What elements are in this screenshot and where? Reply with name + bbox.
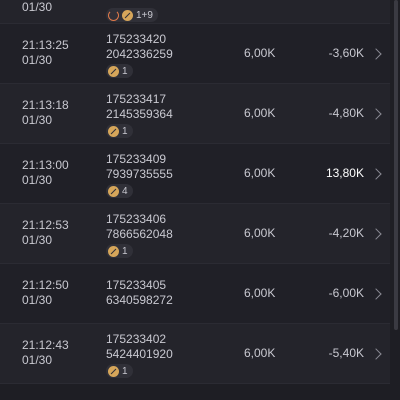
refresh-icon — [108, 9, 119, 21]
row-date-text: 01/30 — [22, 173, 53, 187]
bet-badge: 1 — [106, 364, 133, 378]
table-row[interactable]: 01/30 1+9 — [0, 0, 390, 24]
row-time-text: 21:12:50 — [22, 278, 69, 292]
bet-id: 5424401920 — [106, 347, 173, 361]
profit-value: -4,20K — [328, 226, 364, 240]
chevron-right-icon[interactable] — [370, 288, 382, 300]
bet-amount: 6,00K — [244, 346, 276, 360]
round-id: 175233402 — [106, 332, 167, 346]
bet-badge: 4 — [106, 184, 133, 198]
row-date-text: 01/30 — [22, 353, 53, 367]
bet-amount: 6,00K — [244, 46, 276, 60]
bet-coin-icon — [108, 365, 119, 377]
row-date-text: 01/30 — [22, 0, 53, 14]
row-time: 21:12:43 01/30 — [22, 338, 69, 368]
round-id: 175233406 — [106, 212, 167, 226]
chevron-right-icon[interactable] — [370, 168, 382, 180]
bet-history-list: 01/30 1+9 21:13:25 01/30 175233420 20423… — [0, 0, 390, 384]
row-ids: 175233405 6340598272 — [106, 278, 173, 308]
bet-badge: 1 — [106, 244, 133, 258]
row-time: 21:12:50 01/30 — [22, 278, 69, 308]
badge-count: 1 — [122, 245, 128, 257]
table-row[interactable]: 21:13:18 01/30 175233417 2145359364 1 6,… — [0, 84, 390, 144]
bet-id: 7939735555 — [106, 167, 173, 181]
row-date-text: 01/30 — [22, 53, 53, 67]
row-date-text: 01/30 — [22, 233, 53, 247]
table-row[interactable]: 21:12:53 01/30 175233406 7866562048 1 6,… — [0, 204, 390, 264]
row-date: 01/30 — [22, 0, 52, 15]
round-id: 175233417 — [106, 92, 167, 106]
bet-coin-icon — [108, 185, 119, 197]
table-row[interactable]: 21:13:25 01/30 175233420 2042336259 1 6,… — [0, 24, 390, 84]
profit-value: -5,40K — [328, 346, 364, 360]
scrollbar[interactable] — [394, 0, 398, 330]
bet-badge: 1 — [106, 124, 133, 138]
bet-id: 2145359364 — [106, 107, 173, 121]
chevron-right-icon[interactable] — [370, 348, 382, 360]
table-row[interactable]: 21:13:00 01/30 175233409 7939735555 4 6,… — [0, 144, 390, 204]
chevron-right-icon[interactable] — [370, 108, 382, 120]
bet-badge: 1 — [106, 64, 133, 78]
bet-coin-icon — [122, 9, 133, 21]
profit-value: -3,60K — [328, 46, 364, 60]
row-time-text: 21:12:53 — [22, 218, 69, 232]
row-time-text: 21:13:00 — [22, 158, 69, 172]
badge-count: 1 — [122, 125, 128, 137]
table-row[interactable]: 21:12:50 01/30 175233405 6340598272 6,00… — [0, 264, 390, 324]
badge-count: 4 — [122, 185, 128, 197]
row-date-text: 01/30 — [22, 293, 53, 307]
row-ids: 175233420 2042336259 1 — [106, 32, 173, 81]
bet-amount: 6,00K — [244, 226, 276, 240]
bet-id: 2042336259 — [106, 47, 173, 61]
row-time-text: 21:12:43 — [22, 338, 69, 352]
table-row[interactable]: 21:12:43 01/30 175233402 5424401920 1 6,… — [0, 324, 390, 384]
bet-amount: 6,00K — [244, 286, 276, 300]
bet-amount: 6,00K — [244, 166, 276, 180]
row-date-text: 01/30 — [22, 113, 53, 127]
profit-value: -6,00K — [328, 286, 364, 300]
bet-id: 6340598272 — [106, 293, 173, 307]
chevron-right-icon[interactable] — [370, 48, 382, 60]
profit-value: -4,80K — [328, 106, 364, 120]
round-id: 175233420 — [106, 32, 167, 46]
badge-count: 1 — [122, 65, 128, 77]
bet-coin-icon — [108, 65, 119, 77]
row-time-text: 21:13:25 — [22, 38, 69, 52]
round-id: 175233405 — [106, 278, 167, 292]
bet-history-screen: 01/30 1+9 21:13:25 01/30 175233420 20423… — [0, 0, 400, 400]
bet-coin-icon — [108, 245, 119, 257]
row-ids: 175233409 7939735555 4 — [106, 152, 173, 201]
row-time: 21:13:00 01/30 — [22, 158, 69, 188]
row-ids: 1+9 — [106, 6, 158, 25]
row-time: 21:13:25 01/30 — [22, 38, 69, 68]
chevron-right-icon[interactable] — [370, 228, 382, 240]
bet-coin-icon — [108, 125, 119, 137]
profit-value: 13,80K — [325, 166, 364, 180]
row-ids: 175233406 7866562048 1 — [106, 212, 173, 261]
bet-badge: 1+9 — [106, 8, 158, 22]
bet-amount: 6,00K — [244, 106, 276, 120]
badge-count: 1+9 — [136, 9, 153, 21]
row-time-text: 21:13:18 — [22, 98, 69, 112]
row-ids: 175233402 5424401920 1 — [106, 332, 173, 381]
row-time: 21:13:18 01/30 — [22, 98, 69, 128]
row-time: 21:12:53 01/30 — [22, 218, 69, 248]
round-id: 175233409 — [106, 152, 167, 166]
row-ids: 175233417 2145359364 1 — [106, 92, 173, 141]
bet-id: 7866562048 — [106, 227, 173, 241]
badge-count: 1 — [122, 365, 128, 377]
